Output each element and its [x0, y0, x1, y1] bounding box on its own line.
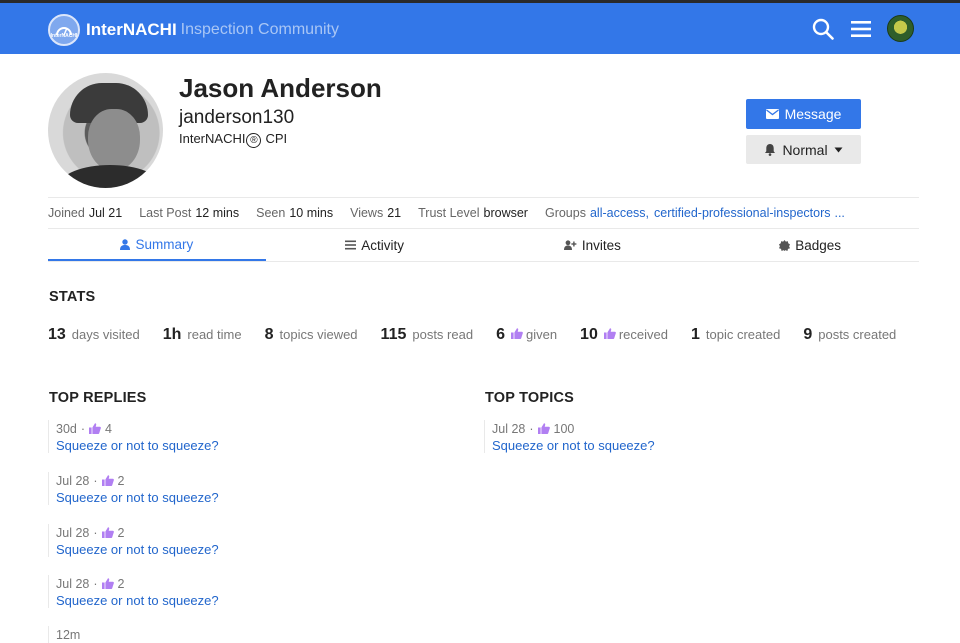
topic-likes: 100 — [553, 421, 575, 436]
logo-emblem-icon: InterNACHI — [48, 14, 80, 46]
views-label: Views — [350, 206, 384, 220]
stat-topics-created: 1 topic created — [690, 326, 781, 343]
stat-likes-received: 10 received — [580, 326, 668, 343]
reply-likes: 2 — [117, 473, 125, 488]
reply-date: Jul 28 — [56, 576, 90, 591]
thumbs-up-icon — [101, 578, 114, 589]
notification-level-dropdown[interactable]: Normal — [746, 135, 861, 164]
profile-name: Jason Anderson — [179, 73, 382, 103]
logo-text: InterNACHI — [50, 33, 78, 39]
trust-level-value: browser — [483, 206, 528, 220]
message-button[interactable]: Message — [746, 99, 861, 129]
user-plus-icon — [563, 240, 577, 250]
topic-date: Jul 28 — [492, 421, 526, 436]
reply-date: 30d — [56, 421, 77, 436]
brand-name: InterNACHI — [86, 20, 177, 39]
topic-link[interactable]: Squeeze or not to squeeze? — [492, 438, 914, 453]
tab-badges[interactable]: Badges — [701, 229, 919, 261]
reply-date: 12m — [56, 627, 81, 642]
reply-topic-link[interactable]: Squeeze or not to squeeze? — [56, 593, 468, 608]
stat-posts-read: 115 posts read — [380, 326, 474, 343]
thumbs-up-icon — [510, 327, 523, 342]
hamburger-menu-icon[interactable] — [849, 16, 873, 42]
thumbs-up-icon — [101, 527, 114, 538]
joined-label: Joined — [48, 206, 85, 220]
title-suffix: CPI — [265, 131, 288, 146]
list-item: Jul 28 · 2 Squeeze or not to squeeze? — [48, 524, 468, 557]
group-link-certified-professional-inspectors[interactable]: certified-professional-inspectors — [654, 206, 830, 220]
stat-topics-viewed: 8 topics viewed — [264, 326, 358, 343]
notification-level-label: Normal — [782, 141, 828, 158]
stat-days-visited: 13 days visited — [48, 326, 140, 343]
tab-summary-label: Summary — [135, 236, 194, 252]
reply-likes: 4 — [105, 421, 112, 436]
current-user-avatar[interactable] — [887, 15, 914, 42]
top-header: InterNACHI InterNACHI Inspection Communi… — [0, 0, 960, 54]
message-button-label: Message — [784, 106, 842, 122]
tab-summary[interactable]: Summary — [48, 229, 266, 261]
stat-read-time: 1h read time — [162, 326, 242, 343]
tab-activity[interactable]: Activity — [266, 229, 484, 261]
profile-meta-row: Joined Jul 21 Last Post 12 mins Seen 10 … — [48, 197, 919, 229]
user-icon — [120, 238, 131, 250]
thumbs-up-icon — [89, 423, 101, 434]
top-topics-heading: TOP TOPICS — [485, 390, 575, 406]
reply-date: Jul 28 — [56, 525, 90, 540]
list-item: 30d · 4 Squeeze or not to squeeze? — [48, 420, 468, 453]
views-value: 21 — [387, 206, 402, 220]
registered-mark: ® — [246, 133, 262, 148]
trust-level-label: Trust Level — [418, 206, 480, 220]
seen-label: Seen — [256, 206, 286, 220]
last-post-value: 12 mins — [195, 206, 240, 220]
list-icon — [345, 240, 357, 250]
reply-topic-link[interactable]: Squeeze or not to squeeze? — [56, 542, 468, 557]
reply-topic-link[interactable]: Squeeze or not to squeeze? — [56, 490, 468, 505]
list-item: Jul 28 · 2 Squeeze or not to squeeze? — [48, 472, 468, 505]
caret-down-icon — [834, 147, 843, 152]
seen-value: 10 mins — [289, 206, 334, 220]
stats-row: 13 days visited 1h read time 8 topics viewe… — [48, 326, 919, 344]
list-item: Jul 28 · 2 Squeeze or not to squeeze? — [48, 575, 468, 608]
reply-likes: 2 — [117, 525, 125, 540]
top-replies-heading: TOP REPLIES — [49, 390, 147, 406]
site-logo[interactable]: InterNACHI InterNACHI Inspection Communi… — [48, 14, 339, 46]
joined-value: Jul 21 — [88, 206, 123, 220]
group-link-all-access[interactable]: all-access, — [590, 206, 649, 220]
search-icon[interactable] — [811, 16, 835, 42]
groups-label: Groups — [544, 206, 586, 220]
reply-date: Jul 28 — [56, 473, 90, 488]
reply-topic-link[interactable]: Squeeze or not to squeeze? — [56, 438, 468, 453]
profile-title: InterNACHI ® CPI — [179, 131, 287, 148]
more-groups-link[interactable]: ... — [834, 206, 844, 220]
profile-username: janderson130 — [179, 107, 295, 128]
title-prefix: InterNACHI — [179, 131, 246, 146]
stats-heading: STATS — [49, 289, 96, 305]
tab-badges-label: Badges — [795, 237, 842, 253]
tab-invites[interactable]: Invites — [484, 229, 702, 261]
profile-avatar — [48, 73, 163, 188]
badge-icon — [779, 239, 791, 251]
thumbs-up-icon — [101, 475, 114, 486]
stat-posts-created: 9 posts created — [803, 326, 897, 343]
envelope-icon — [765, 109, 779, 119]
last-post-label: Last Post — [139, 206, 192, 220]
stat-likes-given: 6 given — [496, 326, 558, 343]
thumbs-up-icon — [537, 423, 550, 434]
profile-nav: Summary Activity Invites Badges — [48, 229, 919, 262]
reply-likes: 2 — [117, 576, 125, 591]
list-item: 12m — [48, 626, 468, 643]
list-item: Jul 28 · 100 Squeeze or not to squeeze? — [484, 420, 914, 453]
tab-activity-label: Activity — [361, 237, 404, 253]
tab-invites-label: Invites — [581, 237, 621, 253]
bell-icon — [765, 144, 776, 156]
brand-subtitle: Inspection Community — [180, 21, 339, 38]
thumbs-up-icon — [603, 327, 616, 342]
